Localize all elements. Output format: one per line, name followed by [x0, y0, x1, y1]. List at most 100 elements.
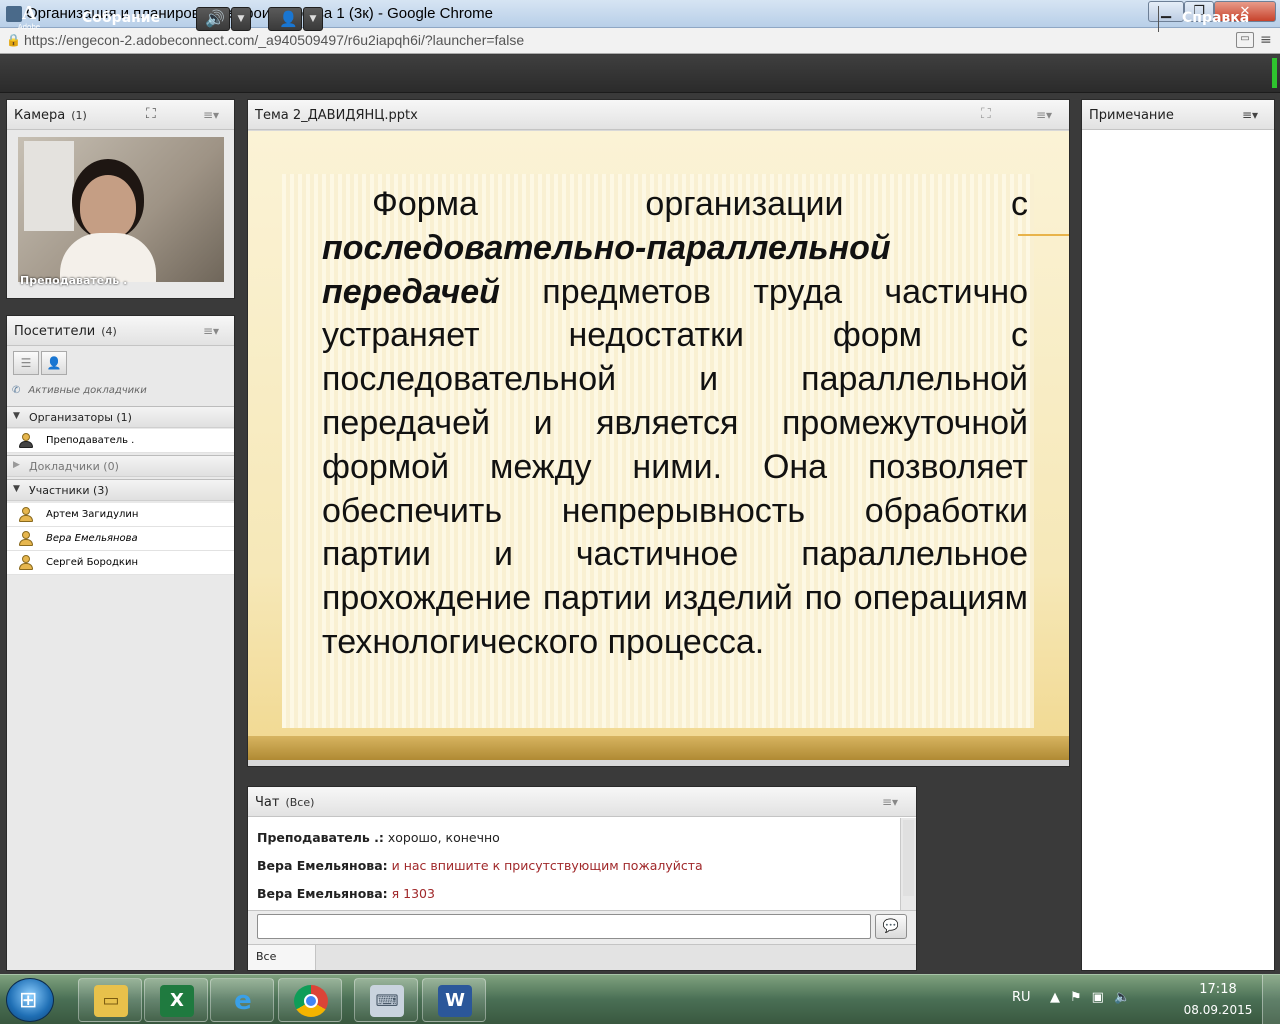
attendees-count: (4)	[101, 325, 117, 338]
camera-presenter-label: Преподаватель .	[20, 274, 128, 287]
camera-pod-header: Камера (1) ≡▾	[7, 100, 234, 130]
chrome-menu-icon[interactable]: ≡	[1260, 32, 1276, 48]
url-text[interactable]: https://engecon-2.adobeconnect.com/_a940…	[24, 32, 524, 48]
attendee-row[interactable]: Артем Загидулин	[7, 503, 234, 527]
tray-up-arrow-icon[interactable]: ▲	[1050, 990, 1070, 1005]
connect-menubar	[0, 55, 1280, 93]
tray-date[interactable]: 08.09.2015	[1180, 1003, 1256, 1017]
notes-pod-title: Примечание	[1089, 108, 1174, 123]
list-view-icon[interactable]: ☰	[13, 351, 39, 375]
chat-scrollbar[interactable]	[900, 818, 916, 910]
taskbar-keyboard[interactable]: ⌨	[354, 978, 418, 1022]
chat-pod-header: Чат (Все) ≡▾	[248, 787, 916, 817]
chat-author: Преподаватель .:	[257, 830, 384, 845]
expand-triangle-icon[interactable]: ▶	[13, 460, 20, 470]
adobe-logo: A Adobe	[12, 3, 46, 35]
presenter-face	[80, 175, 136, 239]
fullscreen-icon[interactable]: ⛶	[146, 106, 156, 122]
minimize-button[interactable]: ▁	[1148, 1, 1184, 22]
pod-menu-icon[interactable]: ≡▾	[203, 108, 219, 122]
cast-icon[interactable]: ▭	[1236, 32, 1254, 48]
group-hosts-label: Организаторы (1)	[29, 411, 132, 424]
chat-scope: (Все)	[285, 796, 315, 809]
slide-text-lead: Форма организации с	[372, 185, 1028, 223]
internet-explorer-icon: e	[234, 986, 252, 1016]
chat-author: Вера Емельянова:	[257, 886, 388, 901]
chat-text: я 1303	[391, 886, 435, 901]
window-titlebar: Организация и планирование производства …	[0, 0, 1280, 28]
taskbar-explorer[interactable]: ▭	[78, 978, 142, 1022]
chat-message: Преподаватель .: хорошо, конечно	[257, 830, 500, 845]
pod-menu-icon[interactable]: ≡▾	[1242, 108, 1258, 122]
attendee-row[interactable]: Сергей Бородкин	[7, 551, 234, 575]
menu-divider	[1158, 6, 1159, 32]
whiteboard-background	[24, 141, 74, 231]
tray-time[interactable]: 17:18	[1180, 982, 1256, 997]
volume-icon[interactable]: 🔈	[1114, 990, 1140, 1005]
raise-hand-button[interactable]: 👤	[268, 7, 302, 31]
attendee-name: Сергей Бородкин	[46, 557, 139, 568]
word-icon: W	[438, 985, 472, 1017]
chat-message: Вера Емельянова: и нас впишите к присутс…	[257, 858, 703, 873]
person-icon: 👤	[279, 10, 298, 28]
group-hosts[interactable]: ▼ Организаторы (1)	[7, 406, 234, 428]
show-desktop-button[interactable]	[1262, 975, 1280, 1024]
share-pod-header: Тема 2_ДАВИДЯНЦ.pptx ≡▾	[248, 100, 1069, 130]
flag-icon[interactable]: ⚑	[1070, 990, 1092, 1005]
adobe-logo-letter: A	[21, 2, 37, 24]
keyboard-icon: ⌨	[370, 985, 404, 1017]
group-presenters[interactable]: ▶ Докладчики (0)	[7, 455, 234, 477]
pod-menu-icon[interactable]: ≡▾	[1036, 108, 1052, 122]
pod-menu-icon[interactable]: ≡▾	[882, 795, 898, 809]
collapse-triangle-icon[interactable]: ▼	[13, 484, 20, 494]
group-participants[interactable]: ▼ Участники (3)	[7, 479, 234, 501]
attendee-row[interactable]: Преподаватель .	[7, 429, 234, 453]
fullscreen-icon[interactable]: ⛶	[981, 106, 991, 122]
speech-bubble-icon: 💬	[882, 919, 900, 934]
chrome-icon	[294, 985, 328, 1017]
share-pod-title: Тема 2_ДАВИДЯНЦ.pptx	[255, 108, 418, 123]
pod-menu-icon[interactable]: ≡▾	[203, 324, 219, 338]
connection-status-indicator	[1272, 58, 1277, 88]
tray-language[interactable]: RU	[1012, 990, 1031, 1005]
notes-pod: Примечание ≡▾	[1081, 99, 1275, 971]
phone-icon: ✆	[12, 385, 21, 396]
chat-message: Вера Емельянова: я 1303	[257, 886, 435, 901]
attendee-view-toolbar: ☰ 👤	[7, 349, 69, 379]
status-dropdown-button[interactable]: ▼	[303, 7, 323, 31]
page-info-icon[interactable]: 🔒	[6, 33, 21, 47]
attendee-name: Вера Емельянова	[46, 533, 138, 544]
chat-input[interactable]	[257, 914, 871, 939]
chat-scroll-thumb[interactable]	[903, 820, 914, 896]
chat-pod-title: Чат	[255, 795, 280, 810]
attendee-row[interactable]: Вера Емельянова	[7, 527, 234, 551]
excel-icon: X	[160, 985, 194, 1017]
slide-bottom-band	[248, 736, 1069, 760]
user-icon	[19, 531, 33, 546]
taskbar-word[interactable]: W	[422, 978, 486, 1022]
speaker-dropdown-button[interactable]: ▼	[231, 7, 251, 31]
chat-tab-all[interactable]: Все	[248, 945, 316, 970]
tray-icons[interactable]: ▲⚑▣🔈	[1050, 990, 1140, 1005]
attendee-name: Артем Загидулин	[46, 509, 139, 520]
active-speakers-row: ✆ Активные докладчики	[12, 385, 232, 405]
start-button[interactable]: ⊞	[6, 978, 54, 1022]
taskbar-internet-explorer[interactable]: e	[210, 978, 274, 1022]
speaker-icon: 🔊	[205, 9, 225, 28]
chat-send-button[interactable]: 💬	[875, 914, 907, 939]
address-bar[interactable]: 🔒 https://engecon-2.adobeconnect.com/_a9…	[0, 28, 1280, 54]
taskbar-excel[interactable]: X	[144, 978, 208, 1022]
network-icon[interactable]: ▣	[1092, 990, 1114, 1005]
detail-view-icon[interactable]: 👤	[41, 351, 67, 375]
taskbar-chrome[interactable]	[278, 978, 342, 1022]
attendee-name: Преподаватель .	[46, 435, 135, 446]
user-icon	[19, 507, 33, 522]
presentation-slide: Форма организации с последовательно-пара…	[248, 131, 1069, 760]
menu-meeting[interactable]: Собрание	[82, 10, 160, 26]
camera-count: (1)	[71, 109, 87, 122]
menu-help[interactable]: Справка	[1182, 10, 1249, 26]
speaker-button[interactable]: 🔊	[196, 7, 230, 31]
collapse-triangle-icon[interactable]: ▼	[13, 411, 20, 421]
host-user-icon	[19, 433, 33, 448]
group-presenters-label: Докладчики (0)	[29, 460, 119, 473]
